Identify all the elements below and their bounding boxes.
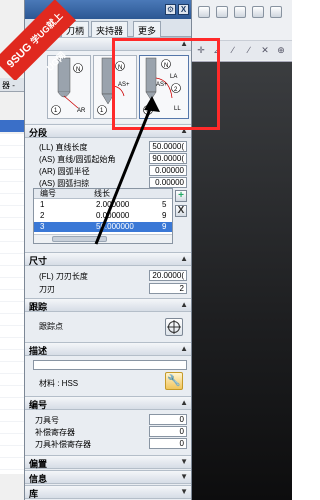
field-tool-comp-register-input[interactable]: 0 <box>149 438 187 449</box>
field-comp-register-input[interactable]: 0 <box>149 426 187 437</box>
segment-table: 编号 线长 1 2.000000 5 2 0.000000 9 3 50.000… <box>33 188 173 244</box>
watermark-banner: 9SUG 学UG就上UG网 <box>0 0 77 80</box>
crosshair-drawing <box>167 320 181 334</box>
section-desc-title: 描述 <box>29 346 48 356</box>
section-info-header[interactable]: 信息 ▼ <box>25 470 191 484</box>
field-line-length-input[interactable]: 50.0000( <box>149 141 187 152</box>
field-comp-register: 补偿寄存器 0 <box>29 426 189 438</box>
section-offset-title: 偏置 <box>29 459 48 469</box>
chevron-up-icon: ▲ <box>180 300 188 309</box>
watermark-line2: 学UG就上UG网 <box>28 10 68 73</box>
cell-length: 2.000000 <box>96 200 130 209</box>
highlight-box <box>112 38 220 130</box>
section-info-title: 信息 <box>29 474 48 484</box>
add-row-button[interactable]: + <box>175 190 187 202</box>
cell-number: 3 <box>40 222 45 231</box>
crosshair-icon[interactable] <box>165 318 183 336</box>
tab-clamp[interactable]: 夹持器 <box>91 21 129 37</box>
scrollbar-thumb[interactable] <box>52 236 107 242</box>
field-tool-number-input[interactable]: 0 <box>149 414 187 425</box>
toolbar-icon-2[interactable] <box>216 6 228 18</box>
chevron-up-icon: ▲ <box>180 344 188 353</box>
table-row[interactable]: 1 2.000000 5 <box>34 200 172 210</box>
delete-row-button[interactable]: X <box>175 205 187 217</box>
tab-more[interactable]: 更多 <box>133 21 162 37</box>
section-number-header[interactable]: 编号 ▲ <box>25 396 191 410</box>
field-start-angle-label: (AS) 直线/圆弧起始角 <box>39 155 116 164</box>
figure-arc-label-ar: AR <box>77 108 86 114</box>
field-line-length: (LL) 直线长度 50.0000( <box>29 141 189 153</box>
wrench-icon[interactable]: 🔧 <box>165 372 183 390</box>
field-arc-radius: (AR) 圆弧半径 0.00000 <box>29 165 189 177</box>
toolbar-icon-3[interactable] <box>234 6 246 18</box>
section-track-header[interactable]: 跟踪 ▲ <box>25 298 191 312</box>
watermark-line1: 9SUG <box>4 40 35 71</box>
field-flutes: 刀刃 2 <box>29 283 189 295</box>
field-tool-number-label: 刀具号 <box>35 416 59 425</box>
cell-extra: 9 <box>162 211 167 220</box>
section-segment-title: 分段 <box>29 128 48 138</box>
toolbar-icon-5[interactable] <box>270 6 282 18</box>
section-library-title: 库 <box>29 489 39 499</box>
field-arc-sweep-input[interactable]: 0.00000 <box>149 177 187 188</box>
section-number-title: 编号 <box>29 400 48 410</box>
section-track-title: 跟踪 <box>29 302 48 312</box>
track-point-label: 跟踪点 <box>39 322 63 331</box>
field-arc-radius-label: (AR) 圆弧半径 <box>39 167 90 176</box>
table-scrollbar[interactable] <box>34 234 172 243</box>
table-row[interactable]: 2 0.000000 9 <box>34 211 172 221</box>
field-flutes-label: 刀刃 <box>39 285 55 294</box>
table-header: 编号 线长 <box>34 189 172 199</box>
field-start-angle-input[interactable]: 90.0000( <box>149 153 187 164</box>
field-line-length-label: (LL) 直线长度 <box>39 143 88 152</box>
snap-center-icon[interactable]: ⊕ <box>276 45 286 55</box>
field-tool-number: 刀具号 0 <box>29 414 189 426</box>
cell-length: 50.000000 <box>96 222 134 231</box>
material-label: 材料 : HSS <box>39 379 79 388</box>
field-flute-length-label: (FL) 刀刃长度 <box>39 272 88 281</box>
chevron-up-icon: ▲ <box>180 254 188 263</box>
field-comp-register-label: 补偿寄存器 <box>35 428 75 437</box>
toolbar-icon-1[interactable] <box>198 6 210 18</box>
snap-intersect-icon[interactable]: ✕ <box>260 45 270 55</box>
cell-extra: 9 <box>162 222 167 231</box>
field-start-angle: (AS) 直线/圆弧起始角 90.0000( <box>29 153 189 165</box>
cell-number: 1 <box>40 200 45 209</box>
field-tool-comp-register: 刀具补偿寄存器 0 <box>29 438 189 450</box>
cell-extra: 5 <box>162 200 167 209</box>
snap-mid-icon[interactable]: ∕ <box>228 45 238 55</box>
chevron-down-icon: ▼ <box>180 457 188 466</box>
header-number[interactable]: 编号 <box>40 189 56 199</box>
cell-number: 2 <box>40 211 45 220</box>
field-arc-radius-input[interactable]: 0.00000 <box>149 165 187 176</box>
section-size-header[interactable]: 尺寸 ▲ <box>25 252 191 266</box>
field-flute-length: (FL) 刀刃长度 20.0000( <box>29 270 189 282</box>
section-offset-header[interactable]: 偏置 ▼ <box>25 455 191 469</box>
field-tool-comp-register-label: 刀具补偿寄存器 <box>35 440 91 449</box>
table-row-selected[interactable]: 3 50.000000 9 <box>34 222 172 232</box>
field-flute-length-input[interactable]: 20.0000( <box>149 270 187 281</box>
section-library-header[interactable]: 库 ▼ <box>25 485 191 499</box>
close-icon[interactable]: X <box>178 4 189 15</box>
chevron-down-icon: ▼ <box>180 487 188 496</box>
field-flutes-input[interactable]: 2 <box>149 283 187 294</box>
chevron-down-icon: ▼ <box>180 472 188 481</box>
watermark: 9SUG 学UG就上UG网 <box>0 0 80 80</box>
toolbar-icon-4[interactable] <box>252 6 264 18</box>
chevron-up-icon: ▲ <box>180 398 188 407</box>
settings-icon[interactable]: ⚙ <box>165 4 176 15</box>
header-length[interactable]: 线长 <box>94 189 110 199</box>
section-desc-header[interactable]: 描述 ▲ <box>25 342 191 356</box>
section-size-title: 尺寸 <box>29 256 48 266</box>
snap-control-icon[interactable]: ∕ <box>244 45 254 55</box>
cell-length: 0.000000 <box>96 211 130 220</box>
description-input[interactable] <box>33 360 187 370</box>
